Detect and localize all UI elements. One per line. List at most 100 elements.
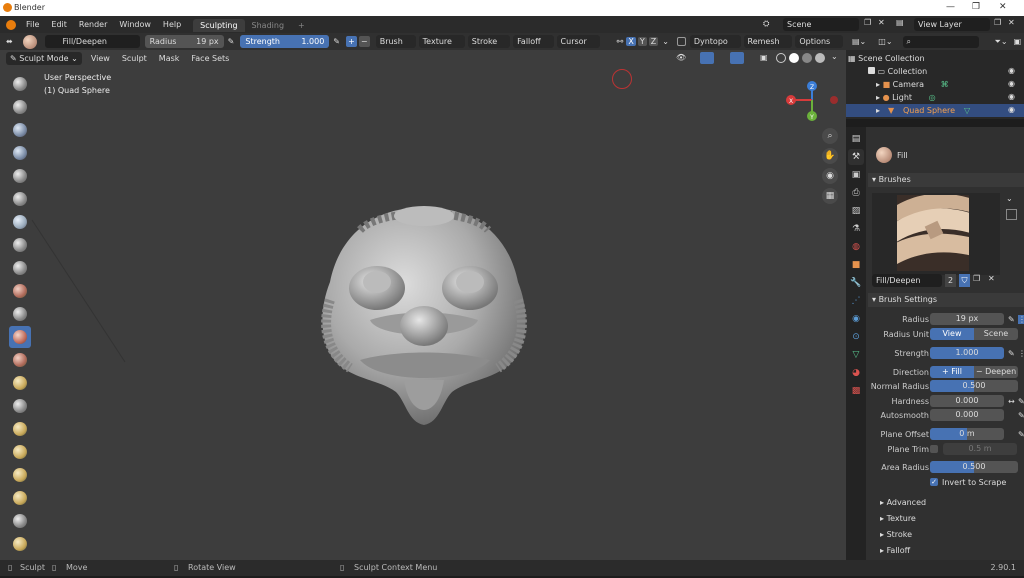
scene-tab-icon[interactable]: ⚗ [848, 221, 864, 237]
outliner-item-light[interactable]: ▸ ● Light ◎ [876, 93, 936, 102]
outliner-item-collection[interactable]: ▭ Collection [868, 67, 927, 76]
strength-pressure-icon[interactable]: ✎ [1008, 349, 1017, 358]
tool-blob-icon[interactable] [9, 234, 31, 256]
ortho-grid-icon[interactable]: ▦ [822, 188, 838, 204]
direction-fill-button[interactable]: + Fill [930, 366, 974, 378]
symmetry-dropdown-icon[interactable]: ⌄ [662, 37, 669, 46]
brush-list-dropdown-icon[interactable]: ⌄ [1006, 194, 1013, 203]
strength-field[interactable]: 1.000 [930, 347, 1004, 359]
brush-preview-box[interactable] [872, 193, 1000, 275]
hardness-pressure-icon[interactable]: ✎ [1018, 397, 1024, 406]
scene-icon[interactable]: ⛭ [763, 19, 769, 29]
radius-slider[interactable]: Radius 19 px [144, 35, 224, 48]
filter-icon[interactable]: ⏷⌄ [995, 37, 1008, 47]
menu-sculpt[interactable]: Sculpt [116, 50, 153, 67]
menu-render[interactable]: Render [73, 16, 113, 33]
gizmo-toggle-icon[interactable] [700, 52, 714, 64]
strength-slider[interactable]: Strength 1.000 [240, 35, 330, 48]
menu-mask[interactable]: Mask [153, 50, 186, 67]
brush-image-icon[interactable] [1006, 209, 1017, 220]
view-layer-field[interactable]: View Layer [914, 18, 990, 31]
tool-multiplane-scrape-icon[interactable] [9, 372, 31, 394]
add-workspace-button[interactable]: + [291, 19, 312, 32]
remesh-menu[interactable]: Remesh ⌄ [743, 35, 793, 59]
expand-arrow-icon[interactable]: ▸ [876, 106, 880, 115]
direction-deepen-button[interactable]: − Deepen [974, 366, 1018, 378]
cursor-menu[interactable]: Cursor ⌄ [556, 35, 600, 59]
tool-tab-icon[interactable]: ⚒ [848, 149, 864, 165]
3d-viewport[interactable]: User Perspective (1) Quad Sphere Z X Y ⌕… [0, 50, 846, 560]
constraints-tab-icon[interactable]: ⊙ [848, 329, 864, 345]
eye-icon[interactable]: ◉ [1008, 66, 1015, 75]
rendered-shading-icon[interactable] [815, 53, 825, 63]
new-collection-icon[interactable]: ▣ [1014, 37, 1022, 46]
brush-preview-icon[interactable] [22, 34, 37, 49]
outliner-item-quad-sphere[interactable]: ▸ ▼ Quad Sphere ▽ [846, 104, 1024, 117]
direction-add-button[interactable]: + [345, 36, 357, 47]
texture-panel-header[interactable]: ▸ Texture [868, 512, 1024, 526]
radius-lock-icon[interactable]: ⋮ [1018, 315, 1024, 324]
autosmooth-pressure-icon[interactable]: ✎ [1018, 411, 1024, 420]
area-radius-field[interactable]: 0.500 [930, 461, 1018, 473]
outliner-item-camera[interactable]: ▸ ■ Camera ⌘ [876, 80, 949, 89]
tool-clay-strips-icon[interactable] [9, 142, 31, 164]
fake-user-shield-icon[interactable]: ⛉ [959, 274, 970, 287]
radius-unit-scene[interactable]: Scene [974, 328, 1018, 340]
falloff-panel-header[interactable]: ▸ Falloff [868, 544, 1024, 558]
new-view-layer-icon[interactable]: ❐ [994, 18, 1001, 27]
tool-draw-icon[interactable] [9, 73, 31, 95]
texture-tab-icon[interactable]: ▩ [848, 383, 864, 399]
checkbox-icon[interactable] [868, 67, 875, 74]
blender-menu-icon[interactable] [6, 19, 16, 30]
editor-type-icon[interactable]: ▤⌄ [852, 37, 866, 46]
tool-snake-hook-icon[interactable] [9, 464, 31, 486]
shading-options-icon[interactable]: ⌄ [831, 52, 838, 61]
mirror-y-toggle[interactable]: Y [637, 37, 647, 46]
advanced-panel-header[interactable]: ▸ Advanced [868, 496, 1024, 510]
mode-selector[interactable]: ✎ Sculpt Mode ⌄ [6, 52, 82, 65]
brush-datablock-field[interactable]: Fill/Deepen [872, 274, 942, 287]
tool-crease-icon[interactable] [9, 257, 31, 279]
options-menu[interactable]: Options ⌄ [795, 35, 843, 59]
display-mode-icon[interactable]: ◫⌄ [878, 37, 892, 46]
delete-scene-icon[interactable]: ✕ [878, 18, 885, 27]
strength-lock-icon[interactable]: ⋮ [1018, 349, 1024, 358]
tool-smooth-icon[interactable] [9, 280, 31, 302]
dyntopo-checkbox[interactable] [676, 37, 686, 46]
stroke-menu[interactable]: Stroke ⌄ [467, 35, 511, 59]
tool-settings-icon[interactable]: ⬌ [6, 37, 13, 46]
texture-menu[interactable]: Texture ⌄ [418, 35, 465, 59]
menu-window[interactable]: Window [113, 16, 157, 33]
data-tab-icon[interactable]: ▽ [848, 347, 864, 363]
eye-icon[interactable]: ◉ [1008, 105, 1015, 114]
tool-scrape-icon[interactable] [9, 349, 31, 371]
gizmo-neg-x-axis[interactable] [830, 96, 838, 104]
particles-tab-icon[interactable]: ⋰ [848, 293, 864, 309]
mirror-z-toggle[interactable]: Z [648, 37, 659, 46]
menu-help[interactable]: Help [157, 16, 187, 33]
brushes-panel-header[interactable]: ▾ Brushes [868, 173, 1024, 187]
menu-face-sets[interactable]: Face Sets [185, 50, 235, 67]
hardness-field[interactable]: 0.000 [930, 395, 1004, 407]
editor-type-icon[interactable]: ▤ [848, 131, 864, 147]
close-icon[interactable]: ✕ [999, 2, 1007, 12]
minimize-icon[interactable]: — [946, 2, 955, 12]
menu-edit[interactable]: Edit [45, 16, 73, 33]
unlink-brush-icon[interactable]: ✕ [988, 274, 995, 283]
radius-unit-view[interactable]: View [930, 328, 974, 340]
normal-radius-field[interactable]: 0.500 [930, 380, 1018, 392]
plane-offset-field[interactable]: 0 m [930, 428, 1004, 440]
menu-file[interactable]: File [20, 16, 45, 33]
maximize-icon[interactable]: ❐ [972, 2, 980, 12]
menu-view[interactable]: View [85, 50, 116, 67]
object-tab-icon[interactable]: ■ [848, 257, 864, 273]
dyntopo-menu[interactable]: Dyntopo ⌄ [689, 35, 741, 59]
world-tab-icon[interactable]: ◍ [848, 239, 864, 255]
duplicate-brush-icon[interactable]: ❐ [973, 274, 980, 283]
invert-to-scrape-checkbox[interactable]: ✓ [930, 478, 938, 486]
radius-pressure-icon[interactable]: ✎ [228, 37, 235, 46]
new-scene-icon[interactable]: ❐ [864, 18, 871, 27]
tool-nudge-icon[interactable] [9, 533, 31, 555]
tab-sculpting[interactable]: Sculpting [193, 19, 245, 32]
pan-hand-icon[interactable]: ✋ [822, 148, 838, 164]
